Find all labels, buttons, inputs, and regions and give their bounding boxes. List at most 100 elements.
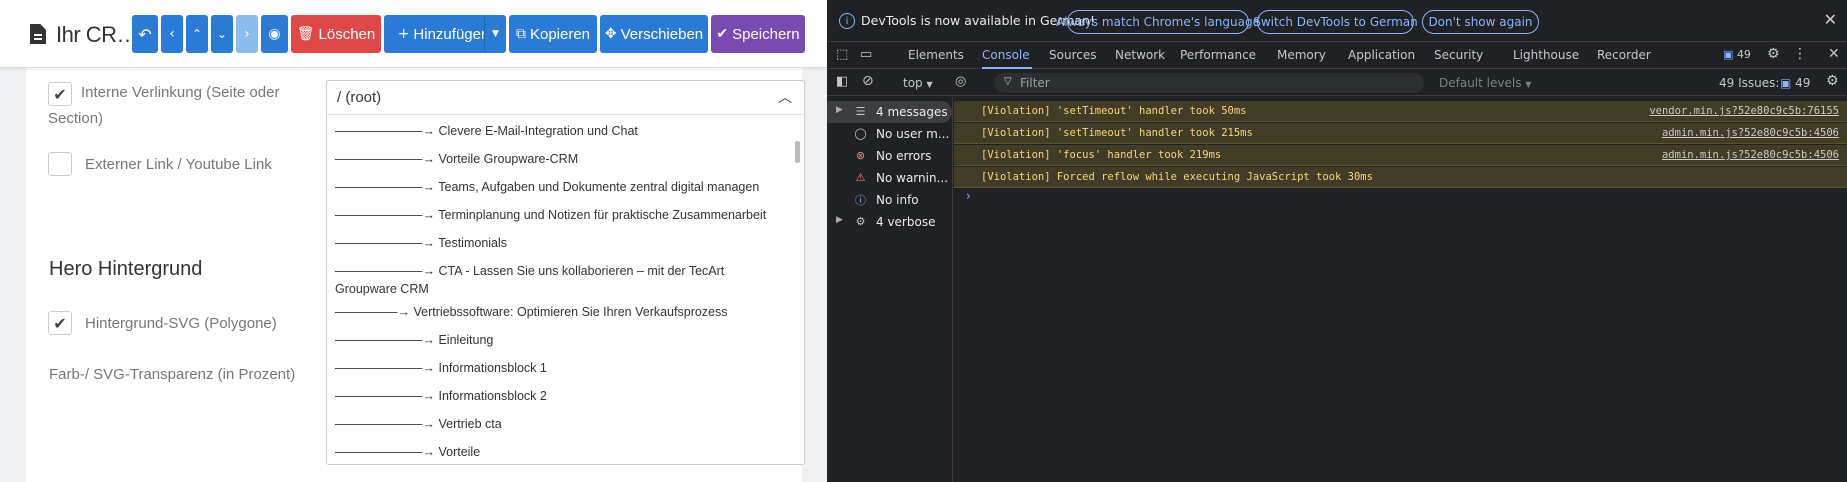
sidebar-item[interactable]: ▶ ⚙ 4 verbose — [827, 211, 952, 233]
console-settings-icon[interactable]: ⚙ — [1826, 73, 1839, 89]
hero-svg-checkbox[interactable]: ✔ — [48, 311, 72, 335]
expand-icon[interactable]: ▶ — [836, 215, 843, 225]
tab-sources[interactable]: Sources — [1049, 48, 1096, 62]
context-value: top — [903, 76, 923, 90]
sidebar-item[interactable]: ▶ ☰ 4 messages — [827, 101, 952, 123]
next-button[interactable]: › — [236, 15, 258, 53]
chevron-down-icon: ⌄ — [216, 27, 228, 41]
sidebar-toggle-icon[interactable]: ◧ — [836, 74, 848, 89]
save-button[interactable]: ✔ Speichern — [711, 15, 805, 53]
sidebar-item[interactable]: ◯ No user m... — [827, 123, 952, 145]
delete-button[interactable]: 🗑 Löschen — [291, 15, 381, 53]
levels-dropdown[interactable]: Default levels ▼ — [1439, 76, 1531, 90]
cms-editor-panel: Ihr CR… ↶ ‹ ⌃ ⌄ › ◉ 🗑 Löschen + Hinzufügen… — [0, 0, 827, 482]
sidebar-item[interactable]: ⚠ No warnin... — [827, 167, 952, 189]
dont-show-button[interactable]: Don't show again — [1422, 10, 1539, 34]
inspect-icon[interactable]: ⬚ — [836, 47, 848, 62]
select-option[interactable]: ———————→ Clevere E-Mail-Integration und … — [327, 117, 797, 145]
check-icon: ✔ — [716, 26, 729, 42]
select-option[interactable]: ———————→ Teams, Aufgaben und Dokumente z… — [327, 173, 797, 201]
device-toolbar-icon[interactable]: ▭ — [860, 47, 872, 62]
info-icon: i — [839, 13, 855, 29]
settings-gear-icon[interactable]: ⚙ — [1767, 46, 1780, 62]
external-link-checkbox[interactable] — [48, 152, 72, 176]
add-dropdown-button[interactable]: ▼ — [484, 15, 506, 53]
expand-icon[interactable]: ▶ — [836, 105, 843, 115]
previous-button[interactable]: ‹ — [161, 15, 183, 53]
message-source-link[interactable]: admin.min.js?52e80c9c5b:4506 — [1662, 149, 1839, 161]
move-button[interactable]: ✥ Verschieben — [600, 15, 708, 53]
issues-badge[interactable]: ▣ 49 — [1780, 76, 1810, 90]
close-icon[interactable]: ✕ — [1824, 10, 1837, 29]
tab-lighthouse[interactable]: Lighthouse — [1513, 48, 1579, 62]
save-label: Speichern — [732, 25, 800, 43]
select-option[interactable]: ———————→ Einleitung — [327, 326, 797, 354]
message-text: [Violation] 'setTimeout' handler took 21… — [981, 127, 1253, 139]
console-sidebar: ▶ ☰ 4 messages ◯ No user m... ⊗ No errors ⚠ No w… — [827, 97, 953, 482]
console-message: [Violation] 'setTimeout' handler took 50… — [954, 101, 1847, 122]
tab-memory[interactable]: Memory — [1277, 48, 1326, 62]
switch-german-button[interactable]: Switch DevTools to German — [1253, 10, 1418, 34]
clear-console-icon[interactable]: ⊘ — [862, 73, 874, 89]
select-option[interactable]: ———————→ CTA - Lassen Sie uns kollaborie… — [327, 257, 797, 298]
tab-network[interactable]: Network — [1115, 48, 1165, 62]
user-icon: ◯ — [854, 127, 867, 140]
select-input[interactable]: / (root) ︿ — [327, 81, 804, 115]
chevron-up-icon[interactable]: ︿ — [778, 87, 792, 107]
tab-security[interactable]: Security — [1434, 48, 1483, 62]
message-text: [Violation] 'setTimeout' handler took 50… — [981, 105, 1247, 117]
move-label: Verschieben — [620, 25, 704, 43]
move-icon: ✥ — [604, 26, 617, 42]
caret-down-icon: ▼ — [1525, 80, 1532, 89]
undo-button[interactable]: ↶ — [132, 15, 158, 53]
preview-button[interactable]: ◉ — [261, 15, 288, 53]
message-source-link[interactable]: admin.min.js?52e80c9c5b:4506 — [1662, 127, 1839, 139]
more-options-icon[interactable]: ⋮ — [1793, 46, 1807, 62]
tab-console[interactable]: Console — [982, 48, 1030, 62]
sidebar-item-label: No user m... — [876, 127, 950, 141]
context-selector[interactable]: top ▼ — [903, 76, 933, 90]
sidebar-item[interactable]: ⓘ No info — [827, 189, 952, 211]
check-icon: ✔ — [53, 313, 67, 333]
devtools-tabbar: ⬚ ▭ Elements Console Sources Network Perform… — [827, 43, 1847, 69]
match-language-button[interactable]: Always match Chrome's language — [1056, 10, 1260, 34]
console-prompt-icon[interactable]: › — [966, 189, 971, 203]
move-down-button[interactable]: ⌄ — [211, 15, 233, 53]
select-option[interactable]: ———————→ Vertrieb cta — [327, 410, 797, 438]
select-option[interactable]: ———————→ Vorteile — [327, 438, 797, 464]
internal-link-select[interactable]: / (root) ︿ ———————→ Clevere E-Mail-Integ… — [326, 80, 805, 465]
tab-application[interactable]: Application — [1348, 48, 1415, 62]
hero-svg-label: Hintergrund-SVG (Polygone) — [85, 315, 277, 332]
select-option[interactable]: ———————→ Vorteile Groupware-CRM — [327, 145, 797, 173]
console-messages: › [Violation] 'setTimeout' handler took … — [954, 97, 1847, 482]
form-content: ✔ Interne Verlinkung (Seite oder Section… — [26, 68, 805, 482]
select-option[interactable]: ———————→ Terminplanung und Notizen für p… — [327, 201, 797, 229]
eye-icon: ◉ — [268, 26, 281, 42]
copy-label: Kopieren — [529, 25, 591, 43]
select-option[interactable]: ———————→ Testimonials — [327, 229, 797, 257]
error-icon: ⊗ — [855, 149, 866, 162]
issues-indicator[interactable]: ▣ 49 — [1723, 48, 1751, 61]
sidebar-item[interactable]: ⊗ No errors — [827, 145, 952, 167]
hero-heading: Hero Hintergrund — [49, 258, 203, 280]
tab-performance[interactable]: Performance — [1180, 48, 1256, 62]
tab-recorder[interactable]: Recorder — [1597, 48, 1651, 62]
issues-count: 49 — [1736, 48, 1751, 61]
tab-elements[interactable]: Elements — [908, 48, 964, 62]
select-option[interactable]: —————→ Vertriebssoftware: Optimieren Sie… — [327, 298, 797, 326]
close-devtools-icon[interactable]: ✕ — [1828, 46, 1840, 62]
select-option[interactable]: ———————→ Informationsblock 2 — [327, 382, 797, 410]
copy-button[interactable]: ⧉ Kopieren — [509, 15, 597, 53]
filter-input[interactable]: ▽ Filter — [994, 73, 1424, 93]
add-label: Hinzufügen — [413, 25, 490, 43]
console-message: [Violation] 'focus' handler took 219ms ad… — [954, 145, 1847, 166]
move-up-button[interactable]: ⌃ — [186, 15, 208, 53]
sidebar-item-label: No errors — [876, 149, 932, 163]
sidebar-item-label: 4 verbose — [876, 215, 936, 229]
scrollbar-thumb[interactable] — [795, 141, 800, 163]
message-source-link[interactable]: vendor.min.js?52e80c9c5b:76155 — [1649, 105, 1839, 117]
transparency-label: Farb-/ SVG-Transparenz (in Prozent) — [49, 366, 296, 383]
live-expression-icon[interactable]: ◎ — [955, 74, 966, 89]
select-option[interactable]: ———————→ Informationsblock 1 — [327, 354, 797, 382]
caret-down-icon: ▼ — [492, 29, 499, 39]
